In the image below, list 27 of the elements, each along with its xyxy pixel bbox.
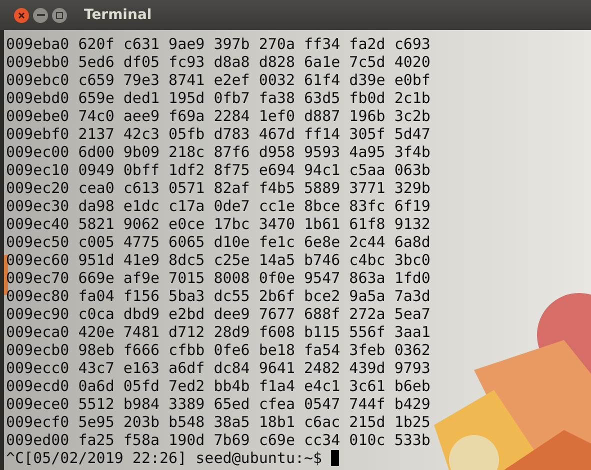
window-title: Terminal <box>84 7 152 23</box>
hex-dump-line: 009ec40 5821 9062 e0ce 17bc 3470 1b61 61f8 9132 <box>6 215 432 233</box>
hex-dump-line: 009eba0 620f c631 9ae9 397b 270a ff34 fa2d c693 <box>6 35 432 53</box>
hex-dump-line: 009ece0 5512 b984 3389 65ed cfea 0547 744f b429 <box>6 395 432 413</box>
minimize-icon[interactable] <box>33 8 48 22</box>
hex-dump-line: 009ec10 0949 0bff 1df2 8f75 e694 94c1 c5aa 063b <box>6 161 432 179</box>
text-cursor <box>331 450 340 466</box>
shell-prompt: ^C[05/02/2019 22:26] seed@ubuntu:~$ <box>6 449 322 467</box>
hex-dump-line: 009ecf0 5e95 203b b548 38a5 18b1 c6ac 215d 1b25 <box>6 413 432 431</box>
hex-dump-line: 009ebe0 74c0 aee9 f69a 2284 1ef0 d887 196b 3c2b <box>6 107 432 125</box>
hex-dump-line: 009ed00 fa25 f58a 190d 7b69 c69e cc34 010c 533b <box>6 431 432 449</box>
hex-dump-line: 009ebd0 659e ded1 195d 0fb7 fa38 63d5 fb0d 2c1b <box>6 89 432 107</box>
hex-dump-line: 009ec90 c0ca dbd9 e2bd dee9 7677 688f 272a 5ea7 <box>6 305 432 323</box>
maximize-icon[interactable] <box>52 8 67 22</box>
hex-dump-line: 009ecd0 0a6d 05fd 7ed2 bb4b f1a4 e4c1 3c61 b6eb <box>6 377 432 395</box>
hex-dump-line: 009ebb0 5ed6 df05 fc93 d8a8 d828 6a1e 7c5d 4020 <box>6 53 432 71</box>
hex-dump-line: 009ecb0 98eb f666 cfbb 0fe6 be18 fa54 3feb 0362 <box>6 341 432 359</box>
hex-dump-line: 009ec20 cea0 c613 0571 82af f4b5 5889 3771 329b <box>6 179 432 197</box>
hex-dump-line: 009ec00 6d00 9b09 218c 87f6 d958 9593 4a95 3f4b <box>6 143 432 161</box>
hex-dump-line: 009ec80 fa04 f156 5ba3 dc55 2b6f bce2 9a5a 7a3d <box>6 287 432 305</box>
close-icon[interactable] <box>14 8 29 22</box>
hex-dump-line: 009ec50 c005 4775 6065 d10e fe1c 6e8e 2c44 6a8d <box>6 233 432 251</box>
hex-dump-line: 009ebf0 2137 42c3 05fb d783 467d ff14 305f 5d47 <box>6 125 432 143</box>
hex-dump-line: 009eca0 420e 7481 d712 28d9 f608 b115 556f 3aa1 <box>6 323 432 341</box>
hex-dump-line: 009ec30 da98 e1dc c17a 0de7 cc1e 8bce 83fc 6f19 <box>6 197 432 215</box>
hex-dump-line: 009ebc0 c659 79e3 8741 e2ef 0032 61f4 d39e e0bf <box>6 71 432 89</box>
hex-dump-line: 009ecc0 43c7 e163 a6df dc84 9641 2482 439d 9793 <box>6 359 432 377</box>
